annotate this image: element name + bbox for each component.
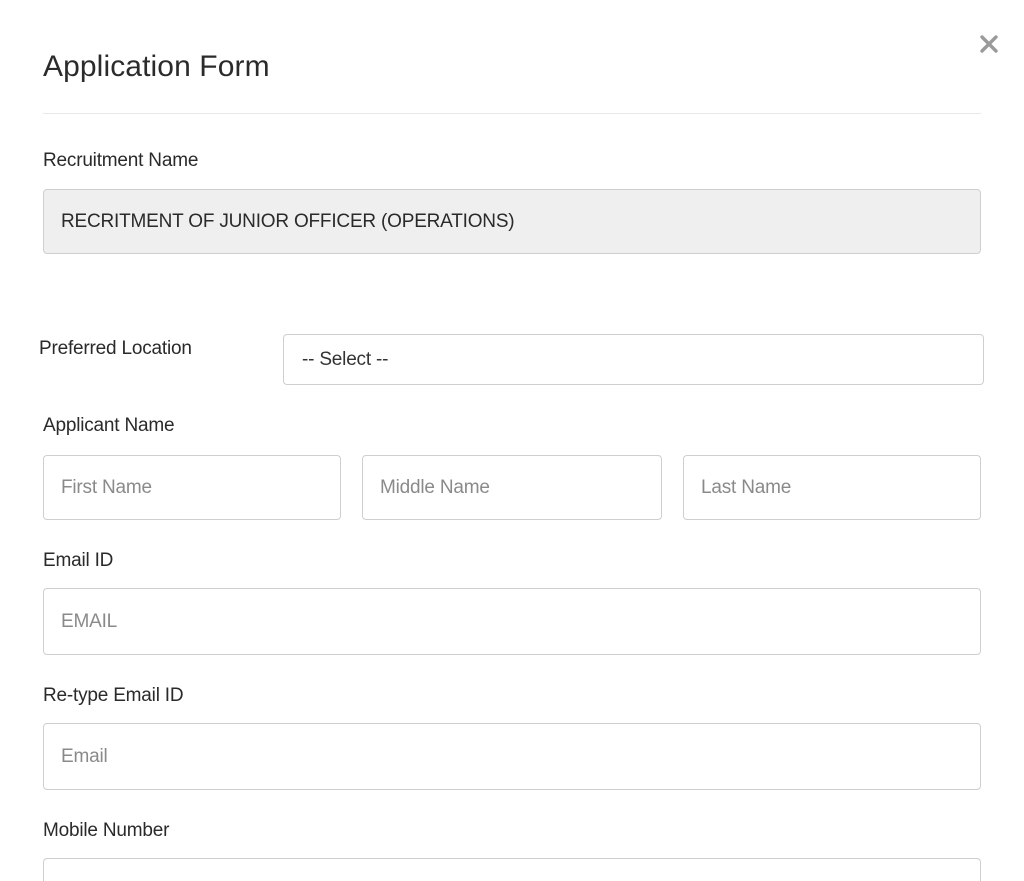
email-label: Email ID [43, 550, 114, 571]
close-icon [980, 35, 998, 53]
close-button[interactable] [976, 30, 1002, 56]
last-name-input[interactable] [683, 455, 981, 520]
mobile-number-input[interactable] [43, 858, 981, 881]
recruitment-name-field: RECRITMENT OF JUNIOR OFFICER (OPERATIONS… [43, 189, 981, 254]
retype-email-input[interactable] [43, 723, 981, 790]
preferred-location-select[interactable]: -- Select -- [283, 334, 984, 385]
preferred-location-selected: -- Select -- [302, 348, 389, 370]
application-form-modal: Application Form Recruitment Name RECRIT… [0, 0, 1024, 881]
retype-email-label: Re-type Email ID [43, 685, 184, 706]
mobile-number-label: Mobile Number [43, 820, 170, 841]
preferred-location-label: Preferred Location [39, 338, 192, 359]
applicant-name-label: Applicant Name [43, 415, 175, 436]
middle-name-input[interactable] [362, 455, 662, 520]
first-name-input[interactable] [43, 455, 341, 520]
recruitment-name-label: Recruitment Name [43, 150, 199, 171]
recruitment-name-value: RECRITMENT OF JUNIOR OFFICER (OPERATIONS… [61, 210, 515, 232]
email-input[interactable] [43, 588, 981, 655]
form-title: Application Form [43, 50, 270, 83]
header-divider [43, 113, 981, 114]
